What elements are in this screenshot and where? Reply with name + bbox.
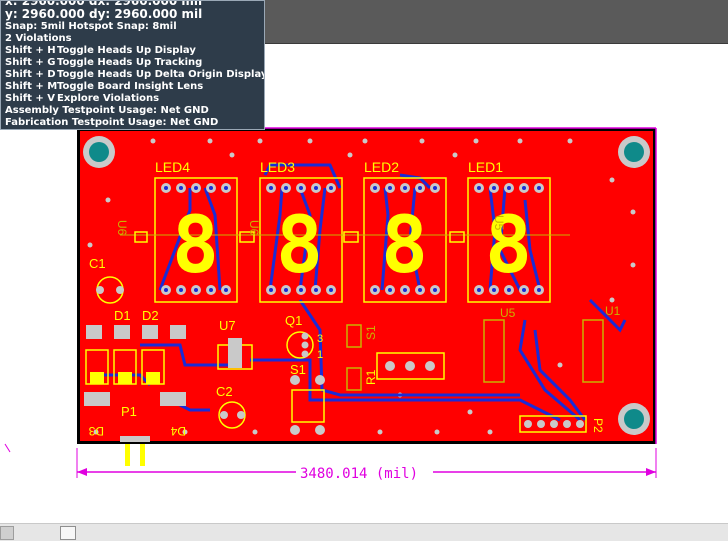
hud-violations[interactable]: 2 Violations xyxy=(5,33,260,45)
heads-up-display: x: 2960.000 dx: 2960.000 mil y: 2960.000… xyxy=(0,0,265,130)
label-u5: U5 xyxy=(492,215,506,231)
scroll-left-arrow[interactable] xyxy=(0,526,14,540)
svg-text:U1: U1 xyxy=(605,304,621,318)
svg-text:D4: D4 xyxy=(170,424,186,438)
digit-led2: 8 xyxy=(381,201,428,291)
svg-text:Q1: Q1 xyxy=(285,313,302,328)
label-led4: LED4 xyxy=(155,159,190,175)
svg-text:3: 3 xyxy=(317,333,323,345)
svg-text:D2: D2 xyxy=(142,308,159,323)
svg-text:U7: U7 xyxy=(219,318,236,333)
svg-text:R1: R1 xyxy=(364,369,378,385)
svg-text:1: 1 xyxy=(317,349,323,361)
dimension-annotation: 3480.014 (mil) xyxy=(76,448,657,482)
svg-text:S1: S1 xyxy=(290,362,306,377)
scroll-thumb[interactable] xyxy=(60,526,76,540)
svg-text:C2: C2 xyxy=(216,384,233,399)
svg-text:P1: P1 xyxy=(121,404,137,419)
mounting-hole xyxy=(618,136,650,168)
digit-led3: 8 xyxy=(276,201,323,291)
label-led1: LED1 xyxy=(468,159,503,175)
hud-y-readout: y: 2960.000 dy: 2960.000 mil xyxy=(5,7,203,21)
svg-text:P2: P2 xyxy=(591,418,605,433)
horizontal-scrollbar[interactable] xyxy=(0,523,728,541)
label-u6: U6 xyxy=(115,220,129,236)
hud-shortcut-2: Shift + DToggle Heads Up Delta Origin Di… xyxy=(5,69,265,80)
hud-shortcut-0: Shift + HToggle Heads Up Display xyxy=(5,45,196,56)
svg-text:C1: C1 xyxy=(89,256,106,271)
label-u7-side: S1 xyxy=(364,325,378,340)
label-led2: LED2 xyxy=(364,159,399,175)
hud-shortcut-4: Shift + V Explore Violations xyxy=(5,93,160,104)
hud-snap: Snap: 5mil Hotspot Snap: 8mil xyxy=(5,21,177,32)
digit-led4: 8 xyxy=(172,201,219,291)
hud-shortcut-1: Shift + G Toggle Heads Up Tracking xyxy=(5,57,203,68)
label-led3: LED3 xyxy=(260,159,295,175)
hud-assembly-testpoint: Assembly Testpoint Usage: Net GND xyxy=(5,105,209,116)
hud-fabrication-testpoint: Fabrication Testpoint Usage: Net GND xyxy=(5,117,219,128)
svg-text:U5: U5 xyxy=(500,306,516,320)
hud-shortcut-3: Shift + MToggle Board Insight Lens xyxy=(5,81,204,92)
dimension-label: 3480.014 (mil) xyxy=(300,466,418,482)
svg-text:D3: D3 xyxy=(88,424,104,438)
svg-text:D1: D1 xyxy=(114,308,131,323)
label-u6b: U6 xyxy=(247,220,261,236)
mounting-hole xyxy=(618,403,650,435)
mounting-hole xyxy=(83,136,115,168)
